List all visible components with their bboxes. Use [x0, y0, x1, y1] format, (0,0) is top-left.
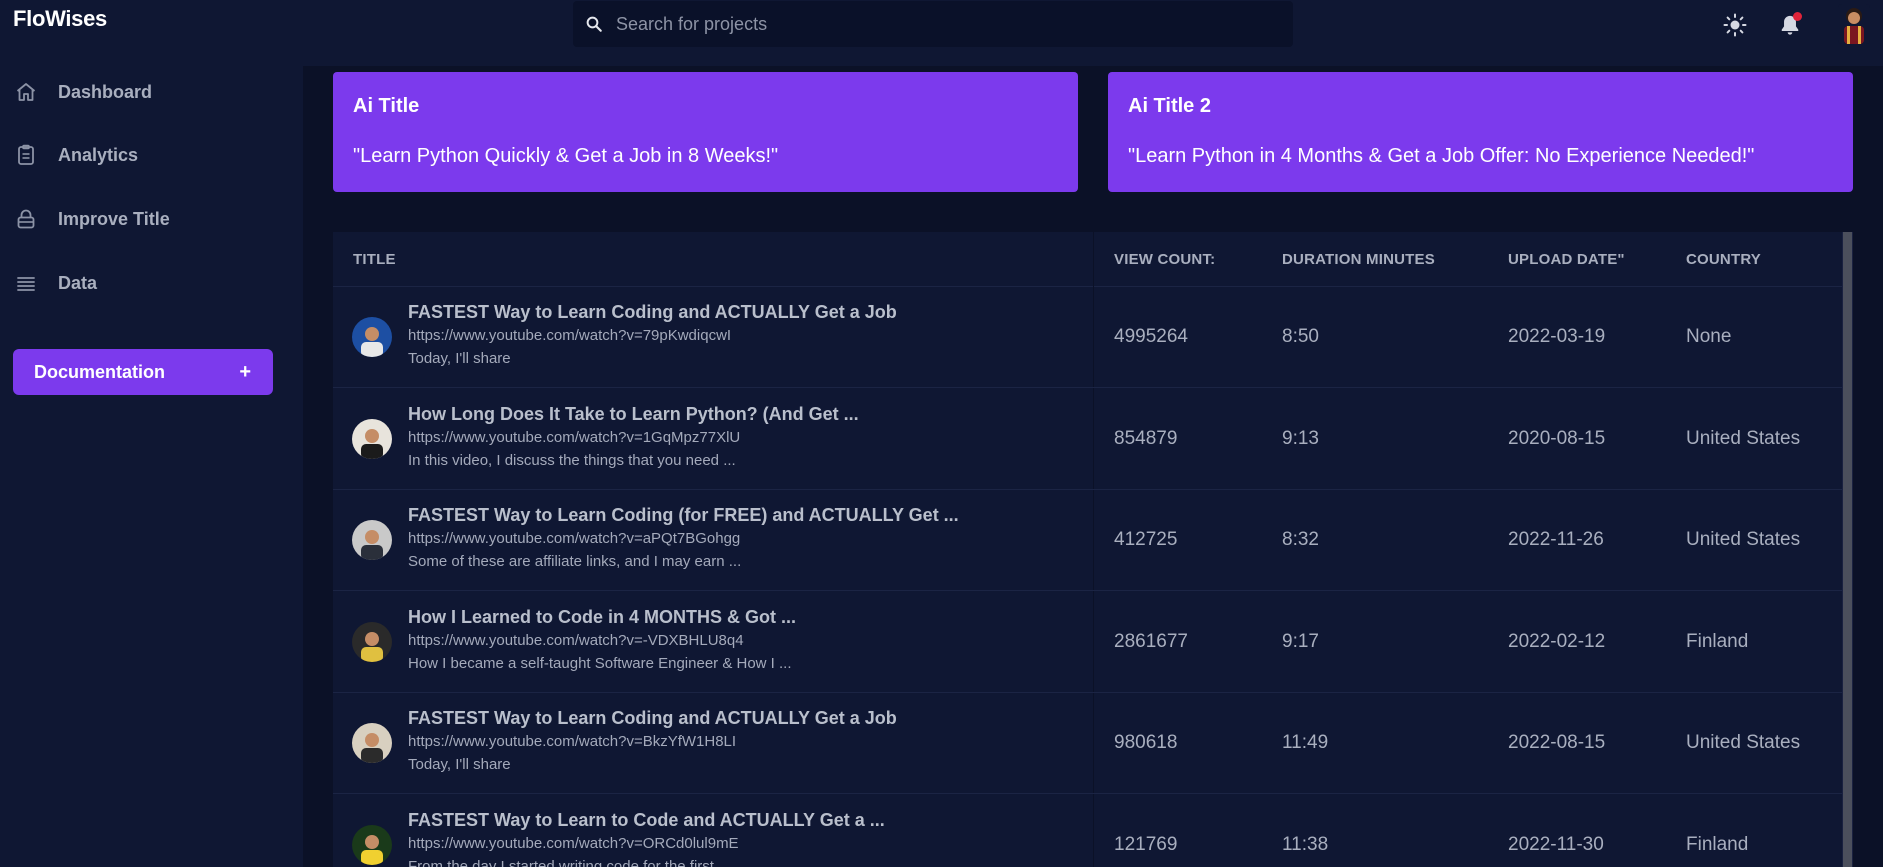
video-description: How I became a self-taught Software Engi…	[408, 654, 792, 672]
duration-cell: 11:49	[1282, 732, 1329, 753]
table-row[interactable]: FASTEST Way to Learn to Code and ACTUALL…	[333, 795, 1842, 867]
video-url[interactable]: https://www.youtube.com/watch?v=aPQt7BGo…	[408, 530, 740, 547]
video-thumbnail[interactable]	[352, 520, 392, 560]
video-description: Today, I'll share	[408, 756, 511, 773]
table-scrollbar-thumb[interactable]	[1843, 232, 1852, 867]
country-cell: United States	[1686, 732, 1801, 753]
upload-date-cell: 2022-11-26	[1508, 529, 1604, 550]
video-title[interactable]: FASTEST Way to Learn Coding (for FREE) a…	[408, 505, 959, 526]
sidebar-item-label: Data	[58, 272, 98, 293]
view-count-cell: 121769	[1114, 833, 1178, 855]
video-description: In this video, I discuss the things that…	[408, 451, 736, 469]
sidebar-item-analytics[interactable]: Analytics	[0, 130, 303, 180]
table-row[interactable]: FASTEST Way to Learn Coding and ACTUALLY…	[333, 693, 1842, 794]
table-row[interactable]: How I Learned to Code in 4 MONTHS & Got …	[333, 592, 1842, 693]
country-cell: None	[1686, 326, 1732, 347]
column-header-duration[interactable]: DURATION MINUTES	[1282, 251, 1435, 268]
video-thumbnail[interactable]	[352, 621, 392, 662]
video-url[interactable]: https://www.youtube.com/watch?v=79pKwdiq…	[408, 327, 731, 344]
view-count-cell: 2861677	[1114, 630, 1188, 652]
ai-card-text: "Learn Python in 4 Months & Get a Job Of…	[1128, 145, 1755, 167]
notification-badge	[1793, 12, 1802, 21]
user-avatar[interactable]	[1838, 4, 1870, 44]
sidebar-item-label: Improve Title	[58, 208, 170, 229]
video-title[interactable]: FASTEST Way to Learn Coding and ACTUALLY…	[408, 302, 897, 323]
documentation-button[interactable]: Documentation +	[13, 349, 273, 395]
video-url[interactable]: https://www.youtube.com/watch?v=-VDXBHLU…	[408, 632, 744, 649]
theme-toggle-button[interactable]	[1722, 12, 1748, 38]
video-thumbnail[interactable]	[352, 418, 392, 459]
video-description: From the day I started writing code for …	[408, 857, 731, 867]
duration-cell: 9:17	[1282, 630, 1319, 652]
sidebar-item-dashboard[interactable]: Dashboard	[0, 67, 303, 117]
upload-date-cell: 2022-11-30	[1508, 833, 1604, 855]
country-cell: United States	[1686, 427, 1801, 449]
upload-date-cell: 2022-08-15	[1508, 732, 1606, 753]
view-count-cell: 854879	[1114, 427, 1178, 449]
video-thumbnail[interactable]	[352, 317, 392, 357]
list-icon	[17, 277, 35, 291]
column-header-view-count[interactable]: VIEW COUNT:	[1114, 251, 1215, 268]
duration-cell: 9:13	[1282, 427, 1319, 449]
avatar-image	[1838, 4, 1870, 44]
view-count-cell: 4995264	[1114, 326, 1188, 347]
video-url[interactable]: https://www.youtube.com/watch?v=1GqMpz77…	[408, 429, 740, 446]
ai-card-text: "Learn Python Quickly & Get a Job in 8 W…	[353, 145, 779, 167]
duration-cell: 11:38	[1282, 833, 1329, 855]
video-thumbnail[interactable]	[352, 824, 392, 865]
country-cell: United States	[1686, 529, 1801, 550]
ai-card-title: Ai Title 2	[1128, 95, 1211, 117]
ai-card-title: Ai Title	[353, 95, 420, 117]
video-title[interactable]: How I Learned to Code in 4 MONTHS & Got …	[408, 607, 796, 628]
table-header: TITLE VIEW COUNT: DURATION MINUTES UPLOA…	[333, 232, 1842, 287]
notifications-button[interactable]	[1777, 12, 1803, 38]
upload-date-cell: 2022-03-19	[1508, 326, 1606, 347]
video-title[interactable]: How Long Does It Take to Learn Python? (…	[408, 404, 859, 425]
search-icon	[586, 16, 602, 32]
column-header-title[interactable]: TITLE	[353, 251, 396, 268]
home-icon	[16, 83, 36, 101]
search-input[interactable]	[616, 13, 1256, 35]
country-cell: Finland	[1686, 630, 1749, 652]
video-description: Today, I'll share	[408, 350, 511, 367]
sun-icon	[1723, 13, 1747, 37]
top-bar: FloWises	[0, 0, 1883, 50]
video-thumbnail[interactable]	[352, 723, 392, 763]
documentation-label: Documentation	[34, 361, 166, 382]
app-logo[interactable]: FloWises	[13, 6, 107, 32]
video-url[interactable]: https://www.youtube.com/watch?v=BkzYfW1H…	[408, 733, 736, 750]
upload-date-cell: 2020-08-15	[1508, 427, 1606, 449]
ai-title-card: Ai Title "Learn Python Quickly & Get a J…	[333, 72, 1078, 192]
lock-icon	[17, 209, 35, 229]
column-header-upload-date[interactable]: UPLOAD DATE"	[1508, 251, 1625, 268]
plus-icon: +	[239, 360, 251, 383]
sidebar-item-improve-title[interactable]: Improve Title	[0, 194, 303, 244]
video-description: Some of these are affiliate links, and I…	[408, 553, 742, 570]
upload-date-cell: 2022-02-12	[1508, 630, 1606, 652]
view-count-cell: 980618	[1114, 732, 1178, 753]
table-row[interactable]: FASTEST Way to Learn Coding and ACTUALLY…	[333, 287, 1842, 388]
table-row[interactable]: FASTEST Way to Learn Coding (for FREE) a…	[333, 490, 1842, 591]
sidebar-item-data[interactable]: Data	[0, 258, 303, 308]
search-bar[interactable]	[573, 1, 1293, 47]
view-count-cell: 412725	[1114, 529, 1178, 550]
video-url[interactable]: https://www.youtube.com/watch?v=ORCd0lul…	[408, 835, 739, 852]
sidebar: Dashboard Analytics Improve Title Data D…	[0, 50, 303, 867]
ai-title-card-2: Ai Title 2 "Learn Python in 4 Months & G…	[1108, 72, 1853, 192]
sidebar-item-label: Dashboard	[58, 81, 153, 102]
table-row[interactable]: How Long Does It Take to Learn Python? (…	[333, 389, 1842, 490]
video-title[interactable]: FASTEST Way to Learn Coding and ACTUALLY…	[408, 708, 897, 729]
clipboard-icon	[18, 144, 34, 165]
videos-table: TITLE VIEW COUNT: DURATION MINUTES UPLOA…	[333, 232, 1853, 867]
video-title[interactable]: FASTEST Way to Learn to Code and ACTUALL…	[408, 810, 885, 831]
sidebar-item-label: Analytics	[58, 144, 139, 165]
column-header-country[interactable]: COUNTRY	[1686, 251, 1761, 268]
duration-cell: 8:50	[1282, 326, 1319, 347]
duration-cell: 8:32	[1282, 529, 1319, 550]
country-cell: Finland	[1686, 833, 1749, 855]
